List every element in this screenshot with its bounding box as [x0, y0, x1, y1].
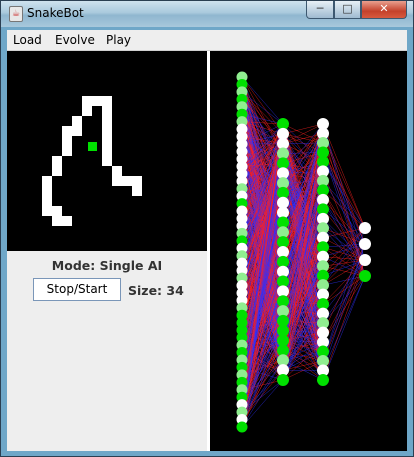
snake-segment — [62, 136, 72, 146]
network-node — [317, 374, 329, 386]
snake-segment — [52, 166, 62, 176]
snake-segment — [42, 176, 52, 186]
snake-segment — [102, 136, 112, 146]
network-weight — [322, 123, 366, 277]
snake-segment — [62, 126, 72, 136]
snake-segment — [62, 146, 72, 156]
java-app-icon: ☕ — [9, 6, 23, 22]
network-node — [359, 238, 371, 250]
network-weight — [322, 180, 366, 229]
snake-segment — [52, 156, 62, 166]
close-button[interactable]: ✕ — [361, 1, 407, 19]
snake-segment — [102, 146, 112, 156]
network-weight — [322, 275, 366, 324]
title-bar[interactable]: ☕ SnakeBot ─ □ ✕ — [1, 1, 413, 27]
stop-start-button[interactable]: Stop/Start — [33, 278, 121, 301]
snake-segment — [112, 176, 122, 186]
network-node — [359, 222, 371, 234]
food-pellet — [88, 142, 97, 151]
snake-segment — [72, 126, 82, 136]
snake-segment — [52, 206, 62, 216]
app-window: ☕ SnakeBot ─ □ ✕ Load Evolve Play Mode: … — [0, 0, 414, 457]
mode-label: Mode: Single AI — [51, 258, 163, 273]
snake-segment — [122, 176, 132, 186]
main-content: Mode: Single AI Stop/Start Size: 34 — [7, 51, 407, 451]
snake-game-board — [7, 51, 207, 251]
menu-play[interactable]: Play — [106, 33, 131, 47]
network-weight — [322, 275, 366, 343]
menu-bar: Load Evolve Play — [7, 30, 407, 51]
snake-segment — [72, 116, 82, 126]
snake-segment — [42, 206, 52, 216]
network-weight — [322, 161, 366, 229]
network-weight — [322, 259, 366, 362]
network-node — [277, 374, 289, 386]
network-weight — [322, 227, 366, 362]
network-node — [359, 254, 371, 266]
minimize-button[interactable]: ─ — [306, 1, 334, 19]
snake-segment — [42, 196, 52, 206]
snake-size-label: Size: 34 — [128, 283, 184, 298]
snake-segment — [62, 216, 72, 226]
snake-segment — [102, 156, 112, 166]
network-node — [236, 421, 248, 433]
snake-segment — [102, 106, 112, 116]
neural-network-panel — [210, 51, 407, 451]
network-weight — [322, 142, 366, 245]
snake-segment — [132, 176, 142, 186]
window-title: SnakeBot — [27, 6, 84, 20]
snake-segment — [102, 116, 112, 126]
network-node — [359, 270, 371, 282]
snake-segment — [102, 126, 112, 136]
menu-load[interactable]: Load — [13, 33, 42, 47]
snake-segment — [112, 166, 122, 176]
snake-segment — [92, 96, 102, 106]
snake-segment — [132, 186, 142, 196]
network-weight — [322, 259, 366, 381]
network-weight — [322, 243, 366, 248]
snake-segment — [82, 106, 92, 116]
neural-network-graph — [236, 71, 371, 433]
network-weight — [282, 123, 324, 135]
snake-segment — [42, 186, 52, 196]
maximize-button[interactable]: □ — [334, 1, 361, 19]
snake-segment — [82, 96, 92, 106]
snake-segment — [102, 96, 112, 106]
menu-evolve[interactable]: Evolve — [55, 33, 95, 47]
snake-segment — [52, 216, 62, 226]
